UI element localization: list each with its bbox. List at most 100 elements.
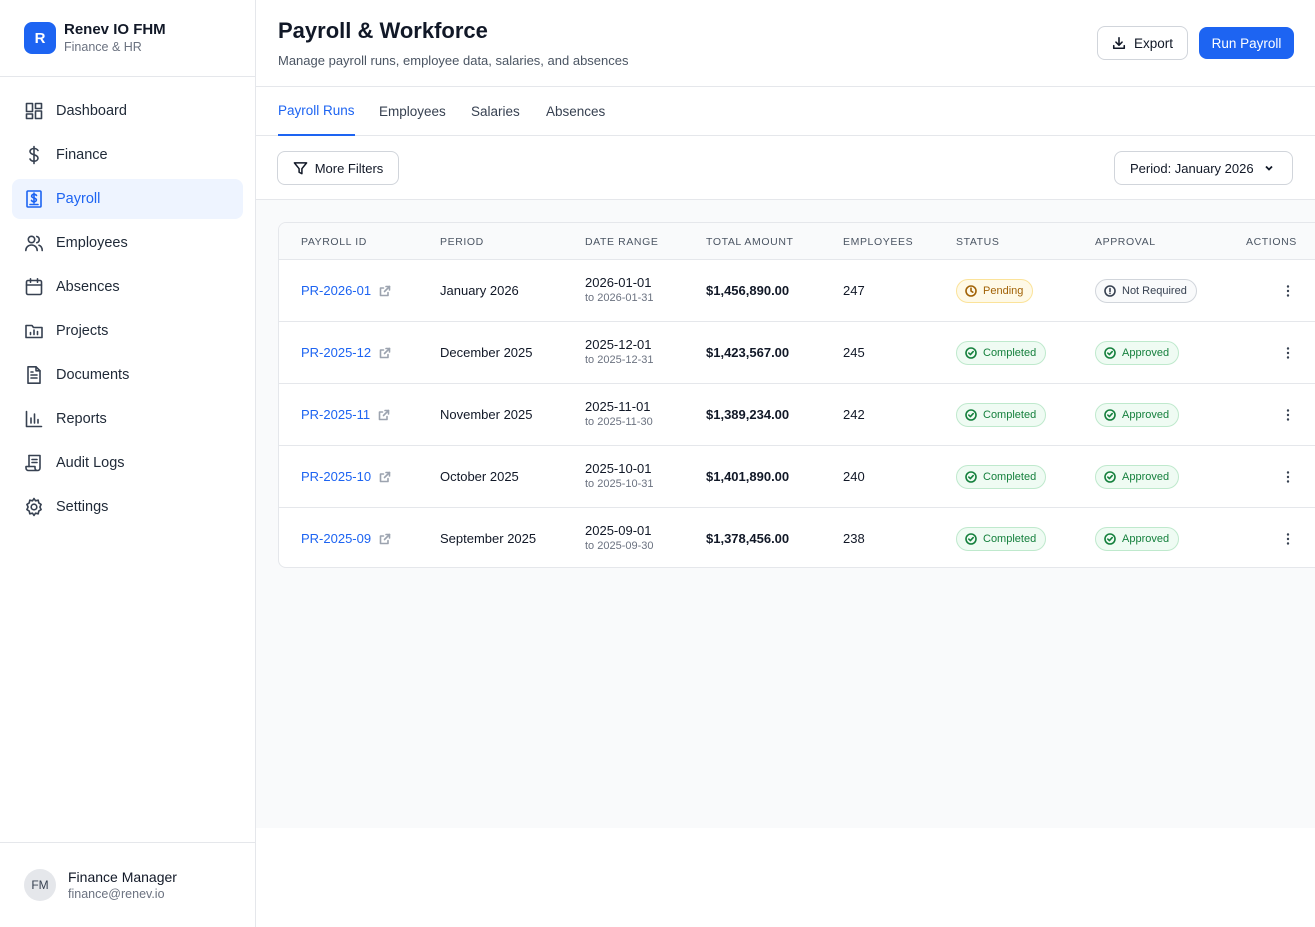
period-cell: October 2025	[440, 469, 519, 484]
export-button[interactable]: Export	[1097, 26, 1188, 60]
date-range-start: 2025-11-01	[585, 399, 651, 414]
sidebar-item-finance[interactable]: Finance	[12, 135, 243, 175]
payroll-id-link[interactable]: PR-2025-09	[301, 508, 391, 567]
tab-absences[interactable]: Absences	[546, 87, 605, 136]
sidebar-item-projects[interactable]: Projects	[12, 311, 243, 351]
sidebar-item-employees[interactable]: Employees	[12, 223, 243, 263]
approval-badge: Approved	[1095, 464, 1180, 489]
sidebar-item-audit-logs[interactable]: Audit Logs	[12, 443, 243, 483]
total-amount-cell: $1,423,567.00	[706, 345, 790, 360]
more-filters-button[interactable]: More Filters	[277, 151, 399, 185]
approval-cell: Approved	[1095, 508, 1180, 567]
period-select[interactable]: Period: January 2026	[1114, 151, 1293, 185]
column-header-actions: Actions	[1246, 235, 1297, 248]
dollar-icon	[24, 145, 44, 165]
download-icon	[1112, 36, 1126, 50]
user-profile[interactable]: FM Finance Manager finance@renev.io	[0, 842, 255, 927]
total-amount-cell: $1,389,234.00	[706, 407, 790, 422]
more-vertical-icon[interactable]	[1280, 531, 1296, 547]
employees-count-cell: 245	[843, 345, 865, 360]
date-range-cell: 2025-11-01 to 2025-11-30	[585, 384, 653, 445]
payroll-id-text: PR-2025-11	[301, 407, 371, 422]
check-circle-icon	[1104, 470, 1116, 483]
date-range-cell: 2025-10-01 to 2025-10-31	[585, 446, 654, 507]
payroll-id-link[interactable]: PR-2025-11	[301, 384, 390, 445]
info-circle-icon	[1104, 284, 1116, 297]
external-link-icon	[379, 347, 391, 359]
folder-chart-icon	[24, 321, 44, 341]
actions-cell	[1280, 384, 1296, 445]
brand-logo: R	[24, 22, 56, 54]
sidebar-item-absences[interactable]: Absences	[12, 267, 243, 307]
more-vertical-icon[interactable]	[1280, 345, 1296, 361]
document-icon	[24, 365, 44, 385]
approval-badge: Approved	[1095, 402, 1180, 427]
approval-badge: Not Required	[1095, 278, 1197, 303]
sidebar-item-reports[interactable]: Reports	[12, 399, 243, 439]
external-link-icon	[379, 471, 391, 483]
date-range-start: 2025-10-01	[585, 461, 652, 476]
payroll-icon	[24, 189, 44, 209]
sidebar-item-payroll[interactable]: Payroll	[12, 179, 243, 219]
brand-name: Renev IO FHM	[64, 21, 166, 38]
brand: R Renev IO FHM Finance & HR	[0, 0, 255, 77]
approval-badge-label: Approved	[1122, 532, 1170, 545]
approval-badge-label: Not Required	[1122, 284, 1187, 297]
approval-badge: Approved	[1095, 340, 1180, 365]
status-cell: Completed	[956, 384, 1047, 445]
column-header-status: Status	[956, 235, 1000, 248]
payroll-runs-table: Payroll ID Period Date Range Total Amoun…	[278, 222, 1315, 568]
sidebar-item-documents[interactable]: Documents	[12, 355, 243, 395]
tab-payroll-runs[interactable]: Payroll Runs	[278, 87, 355, 136]
more-vertical-icon[interactable]	[1280, 283, 1296, 299]
payroll-id-link[interactable]: PR-2026-01	[301, 260, 391, 321]
check-circle-icon	[965, 408, 977, 421]
tab-salaries[interactable]: Salaries	[471, 87, 520, 136]
date-range-cell: 2026-01-01 to 2026-01-31	[585, 260, 654, 321]
brand-subtitle: Finance & HR	[64, 40, 142, 54]
tab-employees[interactable]: Employees	[379, 87, 446, 136]
check-circle-icon	[1104, 346, 1116, 359]
status-badge-label: Completed	[983, 532, 1037, 545]
column-header-payroll-id: Payroll ID	[301, 235, 367, 248]
dashboard-icon	[24, 101, 44, 121]
date-range-end: to 2025-09-30	[585, 540, 654, 552]
date-range-end: to 2025-10-31	[585, 478, 654, 490]
sidebar: R Renev IO FHM Finance & HR Dashboard Fi…	[0, 0, 256, 927]
employees-count-cell: 238	[843, 531, 865, 546]
run-payroll-button[interactable]: Run Payroll	[1199, 27, 1294, 59]
actions-cell	[1280, 446, 1296, 507]
period-cell: December 2025	[440, 345, 533, 360]
table-row: PR-2026-01 January 2026 2026-01-01 to 20…	[279, 260, 1315, 322]
status-cell: Completed	[956, 322, 1047, 383]
payroll-id-link[interactable]: PR-2025-10	[301, 446, 391, 507]
user-email: finance@renev.io	[68, 887, 165, 901]
approval-cell: Approved	[1095, 322, 1180, 383]
sidebar-nav: Dashboard Finance Payroll Employees Abse…	[0, 77, 255, 527]
more-vertical-icon[interactable]	[1280, 407, 1296, 423]
sidebar-item-label: Audit Logs	[56, 455, 125, 471]
period-cell: September 2025	[440, 531, 537, 546]
payroll-id-text: PR-2026-01	[301, 283, 372, 298]
total-amount-cell: $1,378,456.00	[706, 531, 790, 546]
user-name: Finance Manager	[68, 869, 177, 885]
table-row: PR-2025-12 December 2025 2025-12-01 to 2…	[279, 322, 1315, 384]
check-circle-icon	[965, 470, 977, 483]
sidebar-item-dashboard[interactable]: Dashboard	[12, 91, 243, 131]
employees-count-cell: 242	[843, 407, 865, 422]
more-vertical-icon[interactable]	[1280, 469, 1296, 485]
period-select-value: Period: January 2026	[1130, 160, 1254, 176]
sidebar-item-settings[interactable]: Settings	[12, 487, 243, 527]
period-cell: November 2025	[440, 407, 533, 422]
approval-cell: Approved	[1095, 446, 1180, 507]
payroll-id-link[interactable]: PR-2025-12	[301, 322, 391, 383]
status-badge: Completed	[956, 340, 1047, 365]
employees-count-cell: 247	[843, 283, 865, 298]
approval-cell: Approved	[1095, 384, 1180, 445]
status-badge: Completed	[956, 464, 1047, 489]
avatar: FM	[24, 869, 56, 901]
employees-count-cell: 240	[843, 469, 865, 484]
sidebar-item-label: Documents	[56, 367, 130, 383]
column-header-total-amount: Total Amount	[706, 235, 794, 248]
date-range-cell: 2025-09-01 to 2025-09-30	[585, 508, 654, 567]
